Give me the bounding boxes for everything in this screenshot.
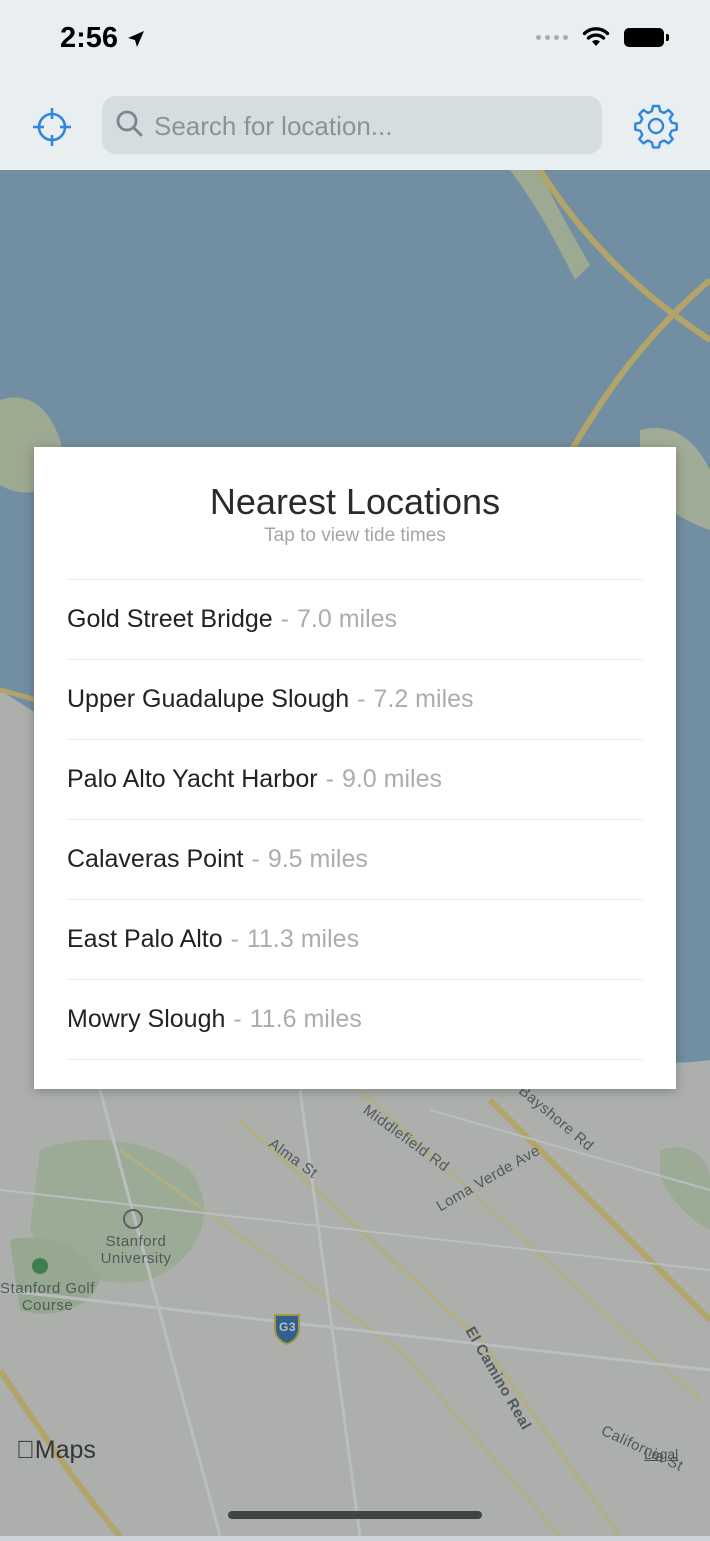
gear-icon [634, 104, 678, 149]
location-name: Palo Alto Yacht Harbor [67, 765, 318, 793]
status-time-text: 2:56 [60, 22, 119, 54]
location-separator: - [251, 845, 260, 873]
home-indicator[interactable] [228, 1511, 482, 1519]
location-distance: 7.2 miles [373, 685, 474, 713]
card-subtitle: Tap to view tide times [264, 525, 446, 546]
location-distance: 11.6 miles [249, 1005, 362, 1033]
card-title: Nearest Locations [209, 481, 501, 522]
location-separator: - [233, 1005, 242, 1033]
location-separator: - [230, 925, 239, 953]
location-row[interactable]: East Palo Alto - 11.3 miles [67, 900, 643, 980]
location-distance: 11.3 miles [246, 925, 360, 953]
location-separator: - [325, 765, 334, 793]
location-row[interactable]: Gold Street Bridge - 7.0 miles [67, 580, 643, 660]
location-name: Calaveras Point [67, 845, 244, 873]
locate-me-button[interactable] [30, 105, 74, 149]
location-name: Upper Guadalupe Slough [67, 685, 350, 713]
crosshair-icon [33, 108, 71, 146]
location-row[interactable]: Upper Guadalupe Slough - 7.2 miles [67, 660, 643, 740]
location-name: East Palo Alto [67, 925, 223, 953]
search-icon [116, 110, 143, 137]
battery-icon [624, 27, 669, 47]
settings-button[interactable] [632, 102, 680, 150]
wifi-icon [582, 27, 610, 46]
location-distance: 7.0 miles [297, 605, 398, 633]
search-input[interactable] [152, 102, 596, 150]
location-row[interactable]: Palo Alto Yacht Harbor - 9.0 miles [67, 740, 643, 820]
location-distance: 9.0 miles [341, 765, 442, 793]
location-separator: - [280, 605, 289, 633]
locations-list: Gold Street Bridge - 7.0 miles Upper Gua… [67, 579, 643, 1060]
cell-signal-icon [536, 34, 568, 40]
location-name: Mowry Slough [67, 1005, 226, 1033]
nearest-locations-card: Nearest Locations Tap to view tide times… [34, 447, 676, 1089]
location-row[interactable]: Calaveras Point - 9.5 miles [67, 820, 643, 900]
location-arrow-icon [128, 30, 145, 47]
status-time: 2:56 [60, 22, 146, 55]
location-distance: 9.5 miles [267, 845, 368, 873]
location-name: Gold Street Bridge [67, 605, 273, 633]
location-row[interactable]: Mowry Slough - 11.6 miles [67, 980, 643, 1060]
location-separator: - [357, 685, 366, 713]
status-icons [536, 26, 669, 48]
top-bar: 2:56 [0, 0, 710, 170]
search-bar[interactable] [102, 96, 602, 154]
